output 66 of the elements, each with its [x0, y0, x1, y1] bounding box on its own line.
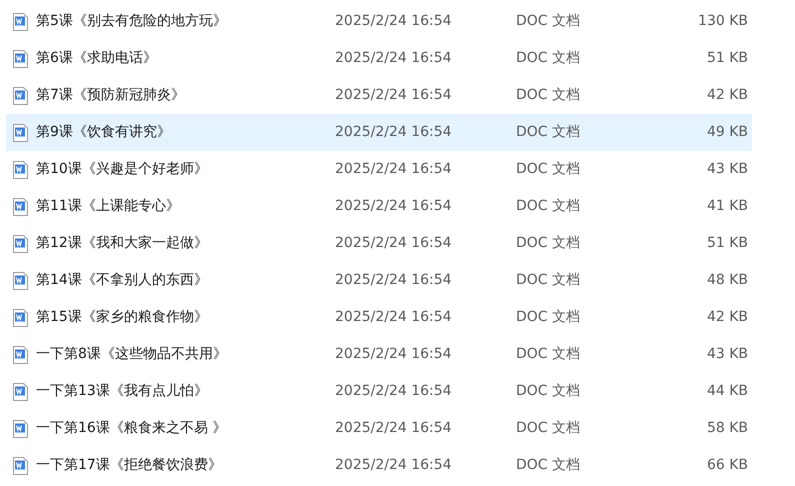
file-size: 41 KB — [706, 197, 749, 216]
file-name: 第7课《预防新冠肺炎》 — [36, 86, 186, 105]
file-name: 第11课《上课能专心》 — [36, 197, 181, 216]
file-name: 第15课《家乡的粮食作物》 — [36, 308, 209, 327]
modified-date: 2025/2/24 16:54 — [335, 49, 453, 68]
file-type: DOC 文档 — [516, 160, 582, 179]
file-type: DOC 文档 — [516, 123, 582, 142]
word-document-icon — [12, 272, 29, 290]
modified-date: 2025/2/24 16:54 — [335, 271, 453, 290]
modified-date: 2025/2/24 16:54 — [335, 12, 453, 31]
word-document-icon — [12, 160, 29, 178]
file-name: 第14课《不拿别人的东西》 — [36, 271, 209, 290]
modified-date: 2025/2/24 16:54 — [335, 382, 453, 401]
word-document-icon — [12, 456, 29, 474]
file-name: 一下第8课《这些物品不共用》 — [36, 345, 228, 364]
modified-date: 2025/2/24 16:54 — [335, 345, 453, 364]
file-type: DOC 文档 — [516, 86, 582, 105]
file-size: 48 KB — [706, 271, 749, 290]
file-size: 43 KB — [706, 345, 749, 364]
word-document-icon — [12, 420, 29, 438]
modified-date: 2025/2/24 16:54 — [335, 197, 453, 216]
file-name: 第9课《饮食有讲究》 — [36, 123, 172, 142]
modified-date: 2025/2/24 16:54 — [335, 308, 453, 327]
modified-date: 2025/2/24 16:54 — [335, 123, 453, 142]
file-size: 66 KB — [706, 456, 749, 475]
file-name: 一下第13课《我有点儿怕》 — [36, 382, 209, 401]
file-type: DOC 文档 — [516, 345, 582, 364]
file-type: DOC 文档 — [516, 456, 582, 475]
file-type: DOC 文档 — [516, 382, 582, 401]
modified-date: 2025/2/24 16:54 — [335, 160, 453, 179]
file-type: DOC 文档 — [516, 419, 582, 438]
file-name: 第6课《求助电话》 — [36, 49, 158, 68]
word-document-icon — [12, 308, 29, 326]
file-size: 49 KB — [706, 123, 749, 142]
file-row[interactable]: 第9课《饮食有讲究》 2025/2/24 16:54 DOC 文档 49 KB — [6, 114, 752, 151]
word-document-icon — [12, 198, 29, 216]
file-type: DOC 文档 — [516, 271, 582, 290]
file-name: 第10课《兴趣是个好老师》 — [36, 160, 209, 179]
file-name: 一下第17课《拒绝餐饮浪费》 — [36, 456, 223, 475]
modified-date: 2025/2/24 16:54 — [335, 234, 453, 253]
file-size: 51 KB — [706, 234, 749, 253]
file-size: 42 KB — [706, 86, 749, 105]
file-size: 43 KB — [706, 160, 749, 179]
word-document-icon — [12, 50, 29, 68]
file-name: 第12课《我和大家一起做》 — [36, 234, 209, 253]
file-size: 42 KB — [706, 308, 749, 327]
word-document-icon — [12, 86, 29, 104]
file-name: 第5课《别去有危险的地方玩》 — [36, 12, 228, 31]
word-document-icon — [12, 12, 29, 30]
file-size: 44 KB — [706, 382, 749, 401]
modified-date: 2025/2/24 16:54 — [335, 456, 453, 475]
file-type: DOC 文档 — [516, 12, 582, 31]
file-size: 130 KB — [697, 12, 749, 31]
file-type: DOC 文档 — [516, 308, 582, 327]
modified-date: 2025/2/24 16:54 — [335, 419, 453, 438]
file-type: DOC 文档 — [516, 234, 582, 253]
file-type: DOC 文档 — [516, 49, 582, 68]
word-document-icon — [12, 346, 29, 364]
word-document-icon — [12, 234, 29, 252]
file-size: 58 KB — [706, 419, 749, 438]
word-document-icon — [12, 382, 29, 400]
file-type: DOC 文档 — [516, 197, 582, 216]
file-size: 51 KB — [706, 49, 749, 68]
word-document-icon — [12, 124, 29, 142]
modified-date: 2025/2/24 16:54 — [335, 86, 453, 105]
file-name: 一下第16课《粮食来之不易 》 — [36, 419, 228, 438]
